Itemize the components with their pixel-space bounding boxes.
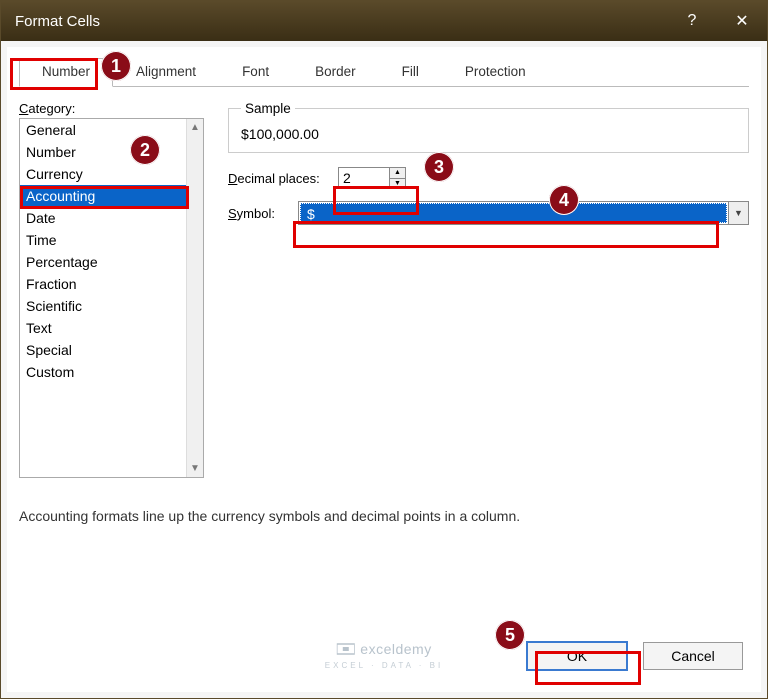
category-scrollbar[interactable]: ▲ ▼ (186, 119, 203, 477)
help-button[interactable]: ? (667, 1, 717, 41)
tab-border[interactable]: Border (292, 58, 379, 87)
decimal-up-icon[interactable]: ▲ (390, 168, 405, 179)
category-item-general[interactable]: General (20, 119, 203, 141)
tab-fill[interactable]: Fill (379, 58, 442, 87)
symbol-combo[interactable]: $ ▼ (298, 201, 749, 225)
category-item-scientific[interactable]: Scientific (20, 295, 203, 317)
format-cells-dialog: Format Cells ? ✕ Number Alignment Font B… (0, 0, 768, 699)
ok-button[interactable]: OK (527, 642, 627, 670)
window-title: Format Cells (15, 13, 667, 30)
category-label: Category: (19, 101, 204, 116)
category-item-number[interactable]: Number (20, 141, 203, 163)
number-panel: Category: General Number Currency Accoun… (19, 87, 749, 478)
decimal-row: Decimal places: ▲ ▼ (228, 167, 749, 189)
sample-label: Sample (241, 101, 295, 116)
callout-1: 1 (101, 51, 131, 81)
dialog-body: Number Alignment Font Border Fill Protec… (7, 47, 761, 692)
decimal-spinner[interactable]: ▲ ▼ (338, 167, 406, 189)
category-item-custom[interactable]: Custom (20, 361, 203, 383)
watermark-icon (336, 642, 354, 656)
category-listbox[interactable]: General Number Currency Accounting Date … (19, 118, 204, 478)
category-item-time[interactable]: Time (20, 229, 203, 251)
symbol-selected: $ (300, 203, 727, 223)
category-item-text[interactable]: Text (20, 317, 203, 339)
sample-group: Sample $100,000.00 (228, 101, 749, 153)
scroll-down-icon[interactable]: ▼ (187, 460, 203, 477)
category-item-accounting[interactable]: Accounting (20, 185, 203, 207)
category-item-fraction[interactable]: Fraction (20, 273, 203, 295)
decimal-down-icon[interactable]: ▼ (390, 179, 405, 189)
tab-protection[interactable]: Protection (442, 58, 549, 87)
symbol-row: Symbol: $ ▼ (228, 201, 749, 225)
category-column: Category: General Number Currency Accoun… (19, 101, 204, 478)
category-item-date[interactable]: Date (20, 207, 203, 229)
callout-3: 3 (424, 152, 454, 182)
help-icon: ? (688, 12, 697, 30)
cancel-button[interactable]: Cancel (643, 642, 743, 670)
titlebar: Format Cells ? ✕ (1, 1, 767, 41)
decimal-input[interactable] (339, 168, 389, 188)
category-item-currency[interactable]: Currency (20, 163, 203, 185)
symbol-drop-icon[interactable]: ▼ (728, 202, 748, 224)
scrollbar-track[interactable] (187, 136, 203, 460)
category-item-percentage[interactable]: Percentage (20, 251, 203, 273)
scroll-up-icon[interactable]: ▲ (187, 119, 203, 136)
callout-2: 2 (130, 135, 160, 165)
options-column: Sample $100,000.00 Decimal places: ▲ ▼ S… (204, 101, 749, 478)
sample-value: $100,000.00 (241, 126, 736, 142)
format-description: Accounting formats line up the currency … (19, 508, 749, 524)
callout-5: 5 (495, 620, 525, 650)
category-item-special[interactable]: Special (20, 339, 203, 361)
close-button[interactable]: ✕ (717, 1, 767, 41)
close-icon: ✕ (735, 11, 748, 31)
watermark: exceldemy EXCEL · DATA · BI (325, 641, 443, 670)
tab-font[interactable]: Font (219, 58, 292, 87)
callout-4: 4 (549, 185, 579, 215)
decimal-label: Decimal places: (228, 171, 338, 186)
tab-number[interactable]: Number (19, 58, 113, 87)
symbol-label: Symbol: (228, 206, 298, 221)
